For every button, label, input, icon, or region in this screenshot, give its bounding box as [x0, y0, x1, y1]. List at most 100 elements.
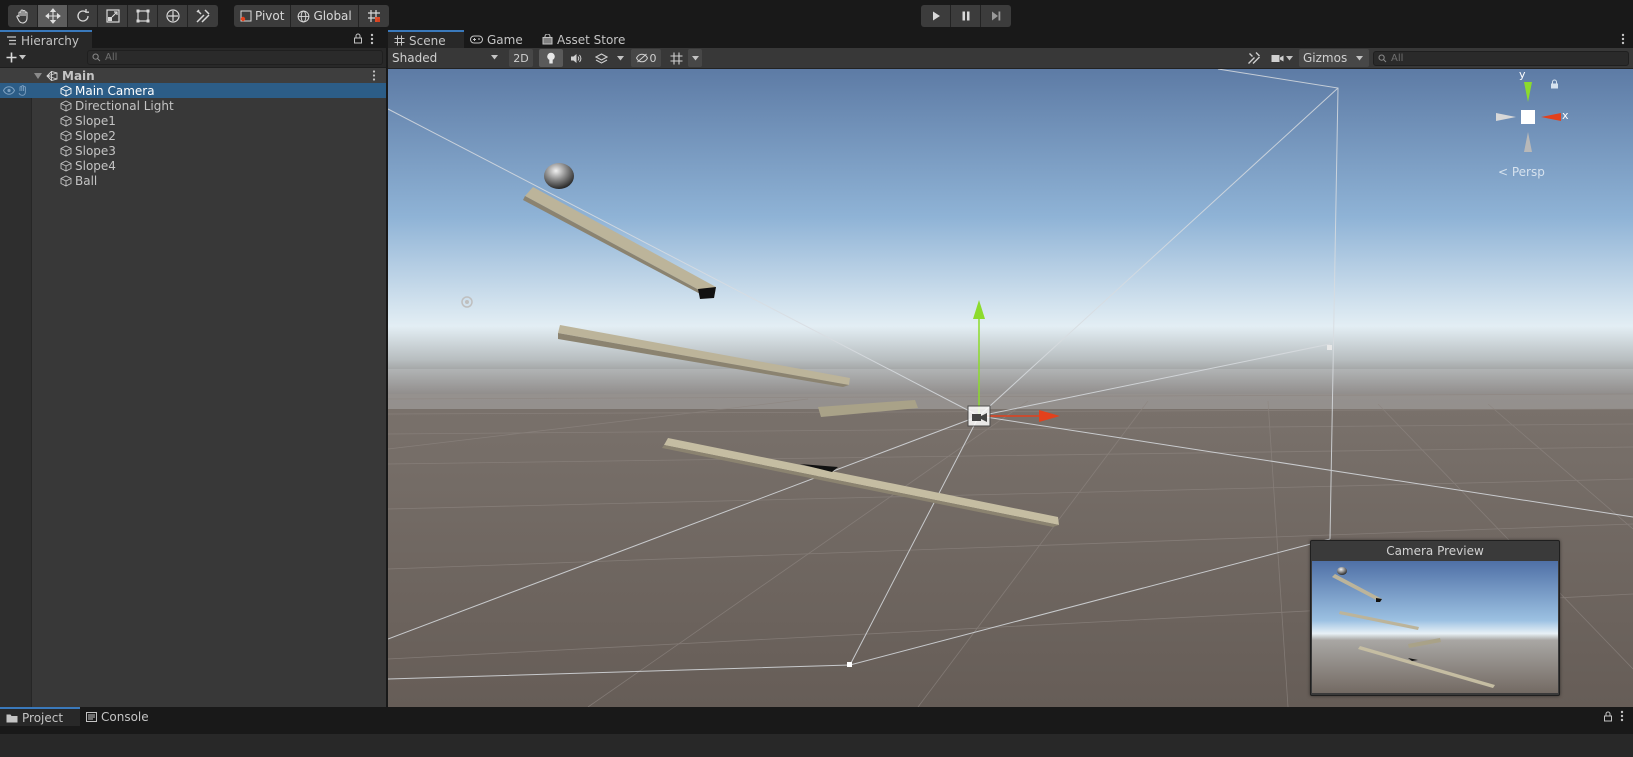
tab-project[interactable]: Project	[0, 707, 80, 726]
chevron-down-icon	[1286, 55, 1293, 60]
move-tool-button[interactable]	[38, 5, 68, 27]
snap-toggle[interactable]	[358, 5, 389, 27]
audio-toggle[interactable]	[564, 49, 588, 67]
gizmos-label: Gizmos	[1303, 51, 1348, 65]
step-button[interactable]	[981, 5, 1011, 27]
kebab-menu-icon[interactable]	[1621, 33, 1625, 45]
scene-name: Main	[62, 68, 95, 83]
tab-project-label: Project	[22, 710, 64, 725]
kebab-menu-icon[interactable]	[1620, 710, 1624, 722]
scale-tool-button[interactable]	[98, 5, 128, 27]
expand-arrow-icon[interactable]	[34, 72, 42, 80]
tab-asset-store[interactable]: Asset Store	[536, 30, 633, 49]
step-icon	[992, 11, 1001, 21]
axis-cube-icon[interactable]	[1488, 77, 1568, 157]
hidden-objects-toggle[interactable]: 0	[631, 49, 661, 67]
play-button[interactable]	[921, 5, 951, 27]
hand-tool-button[interactable]	[8, 5, 38, 27]
visibility-eye-icon[interactable]	[3, 86, 15, 95]
orientation-gizmo[interactable]: y x < Persp	[1488, 69, 1569, 192]
scene-tools-button[interactable]	[1244, 49, 1264, 67]
hierarchy-item-slope2[interactable]: Slope2	[0, 128, 386, 143]
lock-icon[interactable]	[353, 33, 363, 44]
scene-row-main[interactable]: Main	[0, 68, 386, 83]
hidden-count-label: 0	[649, 51, 657, 65]
hierarchy-item-label: Slope2	[75, 128, 116, 143]
gameobject-cube-icon	[60, 174, 72, 187]
move-icon	[44, 8, 61, 24]
hierarchy-item-slope3[interactable]: Slope3	[0, 143, 386, 158]
rotate-tool-button[interactable]	[68, 5, 98, 27]
tab-hierarchy[interactable]: Hierarchy	[0, 30, 92, 49]
hierarchy-item-slope1[interactable]: Slope1	[0, 113, 386, 128]
pivot-icon	[240, 10, 252, 22]
transform-tool-button[interactable]	[158, 5, 188, 27]
effects-toggle[interactable]	[589, 49, 613, 67]
store-icon	[542, 34, 553, 45]
hierarchy-item-slope4[interactable]: Slope4	[0, 158, 386, 173]
pivot-toggle[interactable]: Pivot	[234, 5, 292, 27]
effects-dropdown-icon[interactable]	[617, 56, 624, 61]
main-toolbar: Pivot Global	[0, 0, 1633, 30]
scene-toolbar: Shaded 2D 0 Gizmos All	[388, 48, 1633, 69]
hierarchy-item-main-camera[interactable]: Main Camera	[0, 83, 386, 98]
camera-settings-button[interactable]	[1268, 49, 1296, 67]
pickable-hand-icon[interactable]	[18, 85, 28, 96]
tab-scene[interactable]: Scene	[388, 30, 464, 49]
globe-icon	[298, 10, 310, 22]
gameobject-cube-icon	[60, 144, 72, 157]
eye-slash-icon	[635, 53, 648, 63]
create-dropdown-button[interactable]	[6, 49, 32, 65]
layers-icon	[594, 52, 608, 64]
custom-tool-button[interactable]	[188, 5, 218, 27]
hierarchy-search-input[interactable]: All	[87, 50, 383, 65]
tab-game[interactable]: Game	[464, 30, 531, 49]
grid-dropdown[interactable]	[688, 49, 702, 67]
chevron-down-icon	[19, 54, 26, 59]
kebab-menu-icon[interactable]	[370, 33, 374, 45]
hierarchy-toolbar: All	[0, 48, 386, 68]
lighting-toggle[interactable]	[539, 49, 563, 67]
scene-search-placeholder: All	[1391, 53, 1404, 64]
tab-console[interactable]: Console	[80, 707, 157, 726]
scene-menu-icon[interactable]	[372, 70, 376, 81]
mode-2d-toggle[interactable]: 2D	[509, 49, 533, 67]
hierarchy-item-label: Ball	[75, 173, 98, 188]
tab-console-label: Console	[101, 709, 149, 724]
lock-icon[interactable]	[1550, 79, 1559, 89]
chevron-down-icon	[491, 55, 498, 60]
console-icon	[86, 711, 97, 722]
scene-search-input[interactable]: All	[1373, 51, 1629, 66]
projection-label[interactable]: < Persp	[1498, 165, 1545, 179]
shading-mode-dropdown[interactable]: Shaded	[388, 48, 502, 68]
search-icon	[92, 53, 101, 62]
folder-icon	[6, 714, 18, 722]
hierarchy-item-label: Slope4	[75, 158, 116, 173]
tab-hierarchy-label: Hierarchy	[21, 33, 80, 48]
transform-tools	[8, 5, 218, 27]
tab-asset-store-label: Asset Store	[557, 32, 626, 47]
hierarchy-item-label: Slope3	[75, 143, 116, 158]
gizmos-dropdown[interactable]: Gizmos	[1299, 49, 1369, 67]
global-toggle[interactable]: Global	[291, 5, 359, 27]
grid-snap-icon	[367, 10, 380, 22]
x-axis-label: x	[1562, 109, 1569, 122]
hierarchy-item-ball[interactable]: Ball	[0, 173, 386, 188]
camera-preview-window[interactable]: Camera Preview	[1310, 540, 1560, 696]
hierarchy-search-placeholder: All	[105, 52, 118, 63]
gameobject-cube-icon	[60, 129, 72, 142]
rect-tool-button[interactable]	[128, 5, 158, 27]
global-label: Global	[313, 9, 352, 23]
gameobject-cube-icon	[60, 114, 72, 127]
pause-icon	[962, 11, 969, 21]
hierarchy-item-directional-light[interactable]: Directional Light	[0, 98, 386, 113]
tab-game-label: Game	[487, 32, 523, 47]
scene-tabbar: Scene Game Asset Store	[388, 30, 1633, 49]
grid-toggle[interactable]	[665, 49, 687, 67]
speaker-icon	[571, 53, 582, 63]
pause-button[interactable]	[951, 5, 981, 27]
hierarchy-item-label: Directional Light	[75, 98, 174, 113]
lock-icon[interactable]	[1603, 711, 1613, 722]
y-axis-label: y	[1519, 69, 1526, 81]
camera-preview-render	[1312, 561, 1558, 693]
